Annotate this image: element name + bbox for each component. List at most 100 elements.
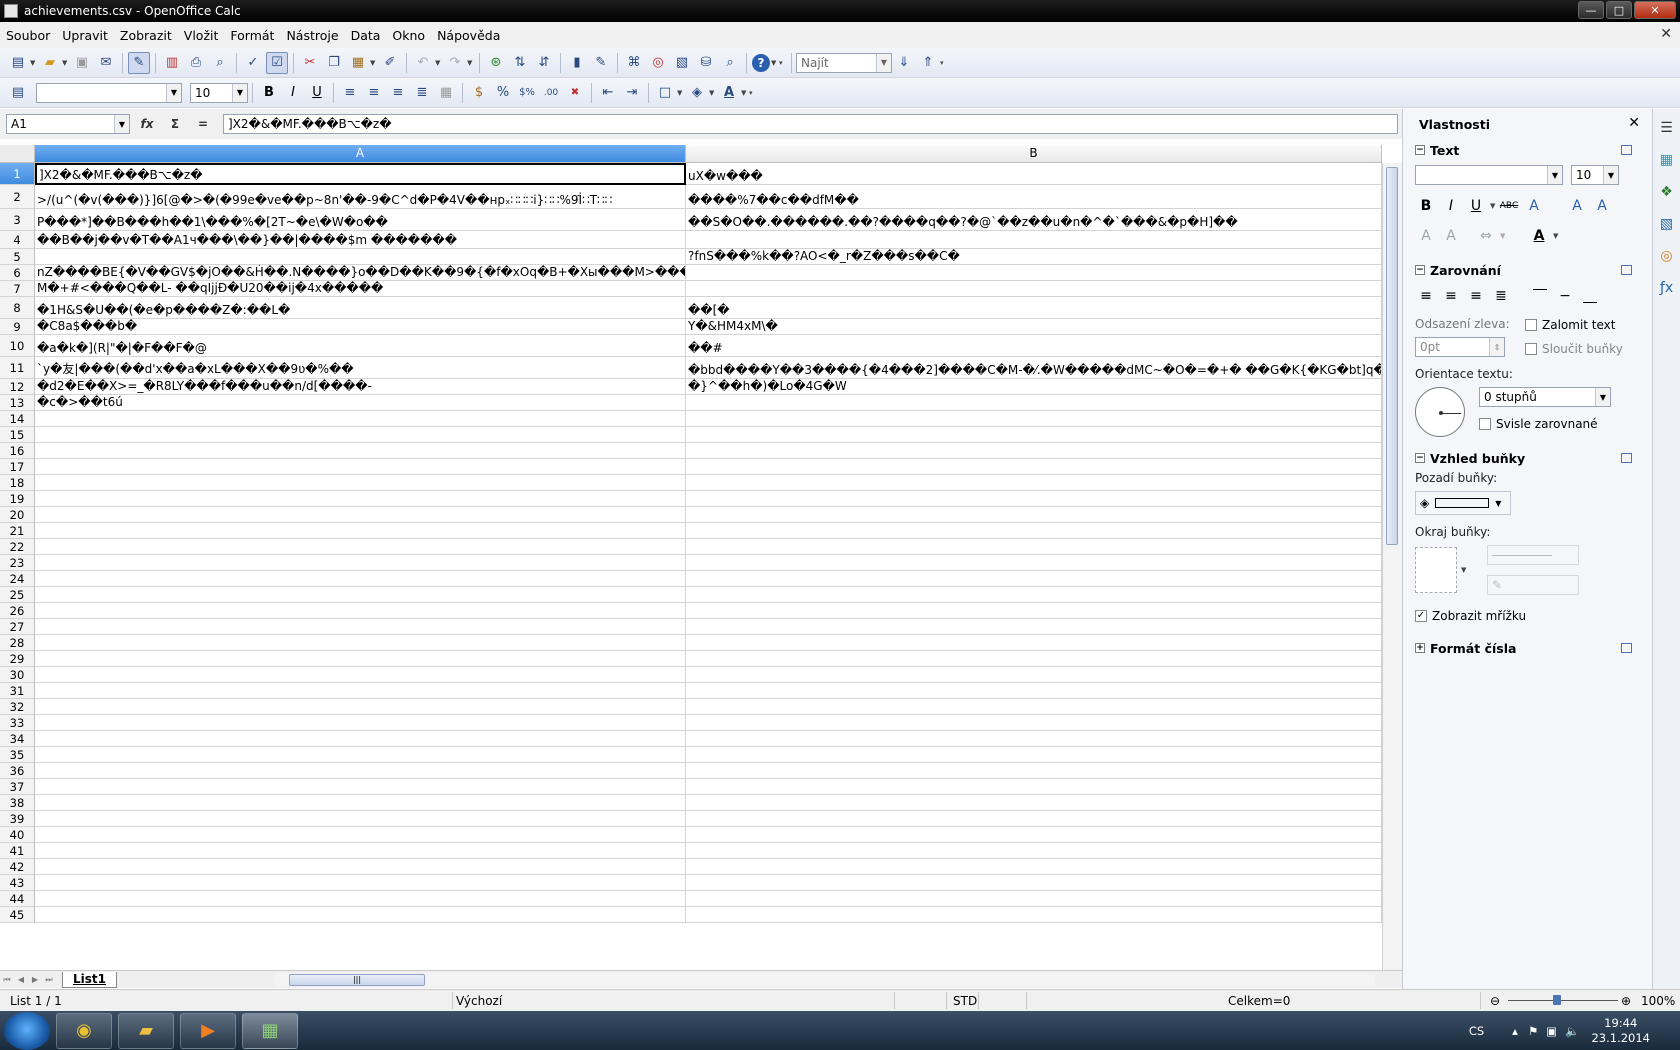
border-dropdown-icon[interactable]: ▼ (1461, 566, 1469, 574)
font-size-combo[interactable]: 10 ▼ (190, 82, 248, 103)
cell-a[interactable] (35, 715, 686, 731)
cell-b[interactable] (686, 731, 1382, 747)
cell-b[interactable] (686, 603, 1382, 619)
row-header[interactable]: 45 (0, 907, 35, 923)
more-options-icon[interactable] (1621, 145, 1632, 155)
section-text[interactable]: − Text (1403, 139, 1652, 161)
cell-a[interactable] (35, 443, 686, 459)
find-input[interactable]: Najít ▼ (796, 52, 892, 73)
align-right-icon[interactable]: ≡ (387, 82, 409, 104)
sidebar-font-size[interactable]: 10 ▼ (1571, 165, 1619, 185)
row-header[interactable]: 29 (0, 651, 35, 667)
merge-cells-icon[interactable]: ▦ (435, 82, 457, 104)
cell-b[interactable] (686, 539, 1382, 555)
cell-a[interactable] (35, 731, 686, 747)
menu-tools[interactable]: Nástroje (280, 28, 344, 43)
help-dropdown-icon[interactable]: ▼ (771, 59, 779, 67)
cell-a[interactable]: ]X2�&�MF.���B⌥�z� (35, 163, 686, 185)
cell-a[interactable] (35, 603, 686, 619)
row-header[interactable]: 10 (0, 335, 35, 357)
subscript-icon[interactable]: A (1440, 225, 1462, 247)
row-header[interactable]: 14 (0, 411, 35, 427)
gallery-deck-icon[interactable]: ▧ (1656, 213, 1678, 235)
row-header[interactable]: 2 (0, 185, 35, 209)
row-header[interactable]: 31 (0, 683, 35, 699)
row-header[interactable]: 34 (0, 731, 35, 747)
row-header[interactable]: 5 (0, 249, 35, 265)
styles-formatting-icon[interactable]: ▤ (7, 82, 29, 104)
cell-a[interactable] (35, 411, 686, 427)
spacing-dropdown-icon[interactable]: ▼ (1500, 232, 1508, 240)
vertical-scroll-thumb[interactable] (1386, 167, 1398, 545)
collapse-icon[interactable]: − (1415, 265, 1425, 275)
shadow-icon[interactable]: A (1523, 195, 1545, 217)
chevron-down-icon[interactable]: ▼ (1595, 388, 1610, 406)
cell-b[interactable] (686, 651, 1382, 667)
toolbar-overflow-icon[interactable]: ▾ (749, 89, 757, 97)
cell-a[interactable]: �c�>��t6ú (35, 395, 686, 411)
cell-a[interactable] (35, 523, 686, 539)
cell-b[interactable] (686, 891, 1382, 907)
wrap-text-checkbox[interactable]: Zalomit text (1525, 318, 1623, 332)
chevron-down-icon[interactable]: ▼ (1547, 166, 1562, 184)
justify-icon[interactable]: ≣ (1490, 285, 1512, 307)
language-indicator[interactable]: CS (1469, 1024, 1484, 1038)
cell-a[interactable] (35, 635, 686, 651)
collapse-icon[interactable]: − (1415, 145, 1425, 155)
horizontal-scrollbar[interactable]: ||| (275, 973, 1375, 987)
align-bottom-icon[interactable]: ⎽ (1579, 285, 1601, 307)
new-dropdown-icon[interactable]: ▼ (30, 59, 38, 67)
row-header[interactable]: 26 (0, 603, 35, 619)
align-middle-icon[interactable]: − (1554, 285, 1576, 307)
row-header[interactable]: 20 (0, 507, 35, 523)
paste-dropdown-icon[interactable]: ▼ (370, 59, 378, 67)
font-color-dropdown-icon[interactable]: ▼ (741, 89, 749, 97)
zoom-percent[interactable]: 100% (1641, 994, 1675, 1008)
row-header[interactable]: 41 (0, 843, 35, 859)
cell-b[interactable] (686, 843, 1382, 859)
align-center-icon[interactable]: ≡ (1440, 285, 1462, 307)
cell-a[interactable] (35, 907, 686, 923)
toolbar-overflow-icon[interactable]: ▾ (779, 59, 787, 67)
zoom-out-icon[interactable]: ⊖ (1490, 994, 1500, 1008)
cell-a[interactable]: >/(u^(�v(���)}]6[@�>�(�99e�ve��p~8n'��-9… (35, 185, 686, 209)
cell-b[interactable] (686, 395, 1382, 411)
cell-a[interactable] (35, 667, 686, 683)
cell-a[interactable] (35, 811, 686, 827)
cell-b[interactable] (686, 667, 1382, 683)
row-header[interactable]: 43 (0, 875, 35, 891)
border-style-select[interactable] (1487, 545, 1579, 565)
merge-cells-checkbox[interactable]: Sloučit buňky (1525, 342, 1623, 356)
hyperlink-icon[interactable]: ⊛ (485, 52, 507, 74)
percent-format-icon[interactable]: % (492, 82, 514, 104)
standard-format-icon[interactable]: $% (516, 82, 538, 104)
chevron-down-icon[interactable]: ▼ (876, 53, 891, 72)
orientation-dial[interactable] (1415, 387, 1465, 437)
last-sheet-icon[interactable]: ⏭ (42, 973, 56, 987)
row-header[interactable]: 37 (0, 779, 35, 795)
cell-b[interactable]: ��# (686, 335, 1382, 357)
gallery-icon[interactable]: ▧ (671, 52, 693, 74)
cell-b[interactable] (686, 795, 1382, 811)
cell-a[interactable] (35, 427, 686, 443)
row-header[interactable]: 18 (0, 475, 35, 491)
draw-functions-icon[interactable]: ✎ (590, 52, 612, 74)
media-player-taskbar-icon[interactable]: ▶ (180, 1012, 236, 1049)
menu-window[interactable]: Okno (386, 28, 431, 43)
cell-a[interactable] (35, 507, 686, 523)
orientation-select[interactable]: 0 stupňů ▼ (1479, 387, 1611, 407)
cut-icon[interactable]: ✂ (299, 52, 321, 74)
select-all-corner[interactable] (0, 145, 35, 163)
chrome-taskbar-icon[interactable]: ◉ (56, 1012, 112, 1049)
zoom-slider[interactable] (1508, 1000, 1618, 1001)
email-icon[interactable]: ✉ (95, 52, 117, 74)
close-button[interactable]: ✕ (1634, 1, 1676, 19)
cell-a[interactable] (35, 859, 686, 875)
increase-font-icon[interactable]: A (1566, 195, 1588, 217)
cell-a[interactable]: M�+#<���Q��L- ��qIjjĐ�U20��ij�4x����� (35, 281, 686, 297)
bold-icon[interactable]: B (258, 82, 280, 104)
bold-icon[interactable]: B (1415, 195, 1437, 217)
properties-deck-icon[interactable]: ▦ (1656, 149, 1678, 171)
cell-b[interactable] (686, 907, 1382, 923)
row-header[interactable]: 40 (0, 827, 35, 843)
